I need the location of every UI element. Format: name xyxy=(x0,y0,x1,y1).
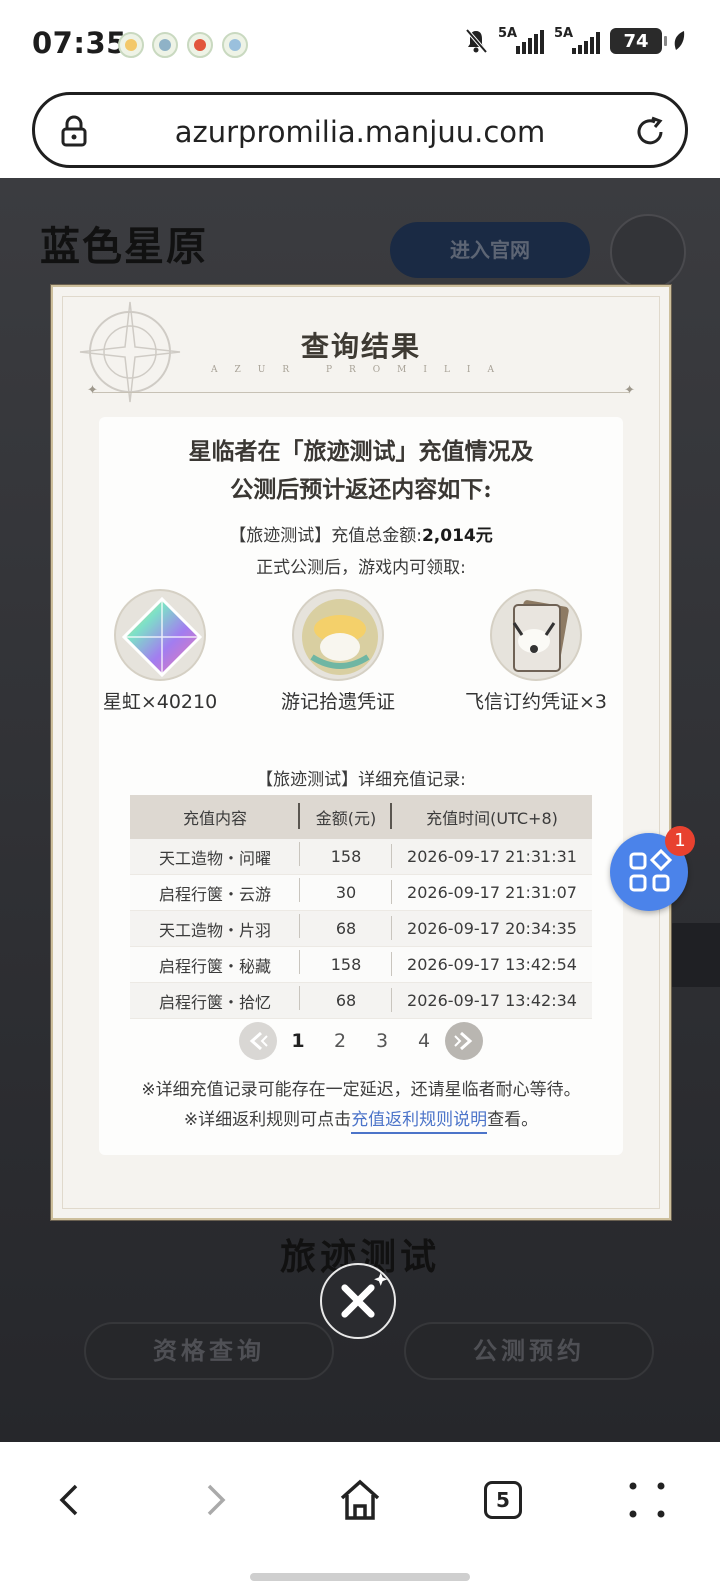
cell-time: 2026-09-17 21:31:07 xyxy=(407,883,577,902)
cell-time: 2026-09-17 13:42:54 xyxy=(407,955,577,974)
card-creature-icon xyxy=(490,589,582,681)
recharge-table: 充值内容 金额(元) 充值时间(UTC+8) 天工造物・问曜 158 2026-… xyxy=(130,795,592,1019)
signal-2-icon: 5A xyxy=(554,26,600,54)
preregister-button[interactable]: 公测预约 xyxy=(404,1322,654,1380)
prev-page-button[interactable] xyxy=(239,1022,277,1060)
bird-emblem-icon xyxy=(292,589,384,681)
arrow-left-icon xyxy=(249,1031,268,1051)
cell-content: 天工造物・片羽 xyxy=(130,913,300,941)
app-notification-1-icon xyxy=(118,32,144,58)
cell-amount: 158 xyxy=(300,844,392,868)
reward-item: 星虹×40210 xyxy=(70,589,250,714)
address-bar[interactable]: azurpromilia.manjuu.com xyxy=(32,92,688,168)
arrow-right-icon xyxy=(454,1031,473,1051)
app-notification-2-icon xyxy=(152,32,178,58)
prism-crystal-icon xyxy=(114,589,206,681)
query-result-modal: 查询结果 AZUR PROMILIA 星临者在「旅迹测试」充值情况及 公测后预计… xyxy=(51,285,671,1220)
modal-title: 查询结果 xyxy=(300,330,421,363)
reload-icon[interactable] xyxy=(633,115,667,149)
rebate-rules-link[interactable]: 充值返利规则说明 xyxy=(351,1110,488,1134)
table-row: 天工造物・片羽 68 2026-09-17 20:34:35 xyxy=(130,911,592,947)
chevron-left-icon xyxy=(59,1484,78,1516)
table-row: 天工造物・问曜 158 2026-09-17 21:31:31 xyxy=(130,839,592,875)
tabs-button[interactable]: 5 xyxy=(473,1470,533,1530)
result-heading: 星临者在「旅迹测试」充值情况及 公测后预计返还内容如下: xyxy=(188,438,534,503)
page-3-button[interactable]: 3 xyxy=(361,1030,403,1052)
total-recharge: 【旅迹测试】充值总金额:2,014元 xyxy=(229,526,493,546)
page-1-button[interactable]: 1 xyxy=(277,1030,319,1052)
page-4-button[interactable]: 4 xyxy=(403,1030,445,1052)
table-header: 充值内容 金额(元) 充值时间(UTC+8) xyxy=(130,795,592,839)
more-menu-button[interactable] xyxy=(617,1470,677,1530)
cell-content: 启程行箧・秘藏 xyxy=(130,949,300,977)
battery-saver-leaf-icon xyxy=(674,31,685,50)
column-header: 金额(元) xyxy=(300,803,392,829)
signal-1-icon: 5A xyxy=(498,26,544,54)
browser-toolbar: azurpromilia.manjuu.com xyxy=(0,88,720,178)
cell-content: 启程行箧・拾忆 xyxy=(130,985,300,1013)
status-bar: 07:35 5A 5A 74 xyxy=(0,0,720,88)
cell-amount: 158 xyxy=(300,952,392,976)
cell-amount: 68 xyxy=(300,988,392,1012)
url-text[interactable]: azurpromilia.manjuu.com xyxy=(35,115,685,149)
modal-subtitle: AZUR PROMILIA xyxy=(211,365,511,375)
column-header: 充值内容 xyxy=(130,803,300,829)
app-notification-3-icon xyxy=(187,32,213,58)
next-page-button[interactable] xyxy=(445,1022,483,1060)
after-launch-text: 正式公测后，游戏内可领取: xyxy=(256,558,466,578)
apple-store-tab[interactable] xyxy=(664,923,720,987)
cell-time: 2026-09-17 20:34:35 xyxy=(407,919,577,938)
mute-bell-icon xyxy=(465,28,488,54)
close-modal-button[interactable] xyxy=(320,1263,396,1339)
forward-button[interactable] xyxy=(185,1470,245,1530)
table-row: 启程行箧・云游 30 2026-09-17 21:31:07 xyxy=(130,875,592,911)
dots-menu-icon xyxy=(629,1482,665,1518)
column-header: 充值时间(UTC+8) xyxy=(426,809,558,828)
site-logo: 蓝色星原 xyxy=(40,223,208,270)
battery-icon: 74 xyxy=(610,28,667,54)
page-2-button[interactable]: 2 xyxy=(319,1030,361,1052)
reward-item: 游记拾遗凭证 xyxy=(248,589,428,714)
table-body: 天工造物・问曜 158 2026-09-17 21:31:31 启程行箧・云游 … xyxy=(130,839,592,1019)
browser-bottom-nav: 5 xyxy=(0,1442,720,1593)
home-button[interactable] xyxy=(330,1470,390,1530)
tabs-count: 5 xyxy=(484,1481,522,1519)
qualification-query-button[interactable]: 资格查询 xyxy=(84,1322,334,1380)
detail-records-title: 【旅迹测试】详细充值记录: xyxy=(256,770,466,790)
title-divider xyxy=(87,383,635,398)
rules-note: ※详细返利规则可点击充值返利规则说明查看。 xyxy=(81,1105,641,1134)
chevron-right-icon xyxy=(207,1484,226,1516)
cell-amount: 30 xyxy=(300,880,392,904)
notification-badge: 1 xyxy=(665,826,695,856)
delay-note: ※详细充值记录可能存在一定延迟，还请星临者耐心等待。 xyxy=(141,1080,581,1100)
back-button[interactable] xyxy=(40,1470,100,1530)
cell-time: 2026-09-17 13:42:34 xyxy=(407,991,577,1010)
cell-time: 2026-09-17 21:31:31 xyxy=(407,847,577,866)
enter-site-button[interactable]: 进入官网 xyxy=(390,222,590,278)
cell-content: 天工造物・问曜 xyxy=(130,841,300,869)
pagination: 1 2 3 4 xyxy=(99,1022,623,1060)
table-row: 启程行箧・秘藏 158 2026-09-17 13:42:54 xyxy=(130,947,592,983)
site-menu-button[interactable] xyxy=(610,214,686,290)
app-notification-4-icon xyxy=(222,32,248,58)
cell-amount: 68 xyxy=(300,916,392,940)
cell-content: 启程行箧・云游 xyxy=(130,877,300,905)
table-row: 启程行箧・拾忆 68 2026-09-17 13:42:34 xyxy=(130,983,592,1019)
result-card: 星临者在「旅迹测试」充值情况及 公测后预计返还内容如下: 【旅迹测试】充值总金额… xyxy=(99,417,623,1155)
close-icon xyxy=(341,1272,388,1318)
home-indicator[interactable] xyxy=(250,1573,470,1581)
home-icon xyxy=(340,1479,380,1520)
reward-item: 飞信订约凭证×3 xyxy=(446,589,626,714)
status-time: 07:35 xyxy=(32,26,127,60)
